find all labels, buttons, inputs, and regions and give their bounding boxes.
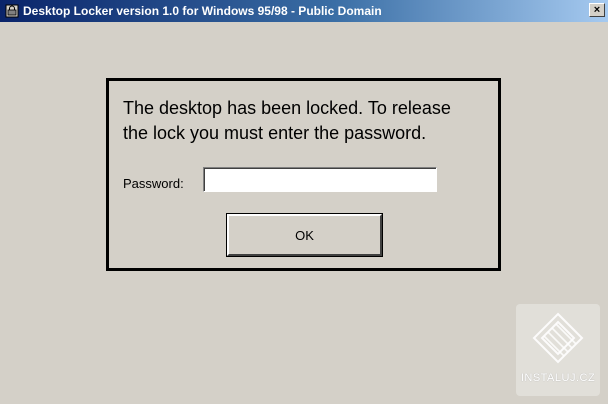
- lock-message-line-1: The desktop has been locked. To release: [123, 98, 451, 118]
- lock-dialog: The desktop has been locked. To release …: [106, 78, 501, 271]
- lock-icon: [5, 4, 19, 18]
- window-title: Desktop Locker version 1.0 for Windows 9…: [23, 4, 382, 18]
- watermark-text: INSTALUJ.CZ: [520, 372, 596, 384]
- desktop-locker-window: Desktop Locker version 1.0 for Windows 9…: [0, 0, 608, 404]
- close-icon: ×: [593, 4, 601, 16]
- instaluj-watermark: INSTALUJ.CZ: [516, 304, 600, 396]
- password-input[interactable]: [203, 167, 437, 192]
- password-label: Password:: [123, 176, 184, 191]
- title-bar[interactable]: Desktop Locker version 1.0 for Windows 9…: [0, 0, 608, 22]
- instaluj-logo-icon: [532, 312, 584, 364]
- ok-button[interactable]: OK: [226, 213, 383, 257]
- close-button[interactable]: ×: [589, 3, 605, 17]
- lock-message: The desktop has been locked. To release …: [123, 96, 493, 146]
- lock-message-line-2: the lock you must enter the password.: [123, 123, 427, 143]
